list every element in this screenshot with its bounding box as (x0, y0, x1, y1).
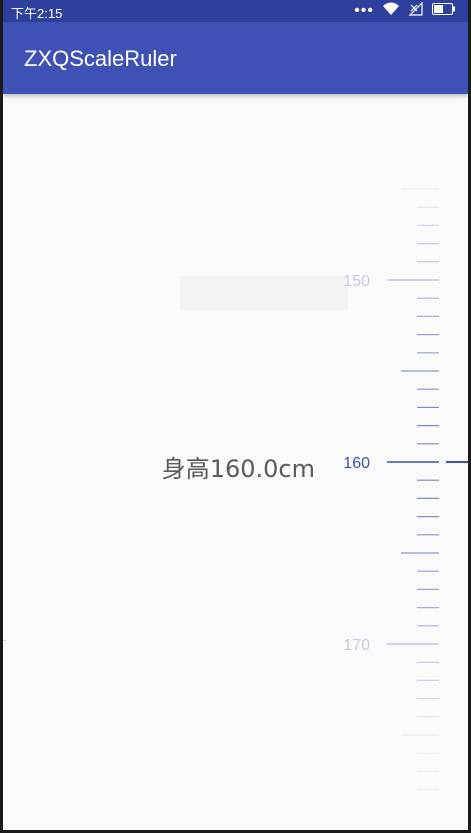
status-bar: 下午2:15 ••• (3, 0, 468, 22)
no-signal-icon (408, 1, 424, 21)
ruler-label-150: 150 (343, 273, 370, 290)
ruler-content: 身高160.0cm 150 160 170 (3, 94, 468, 830)
more-dots-icon: ••• (354, 2, 374, 19)
app-bar: ZXQScaleRuler (3, 22, 468, 94)
edge-mark (3, 640, 6, 641)
app-title: ZXQScaleRuler (24, 46, 177, 71)
battery-icon (432, 2, 456, 20)
status-icons: ••• (354, 1, 456, 21)
ruler-label-170: 170 (343, 637, 370, 654)
scale-ruler[interactable]: 150 160 170 (3, 94, 468, 830)
ruler-indicator (446, 461, 468, 463)
status-time: 下午2:15 (11, 6, 63, 21)
wifi-icon (382, 2, 400, 21)
app-screen: 下午2:15 ••• ZXQScaleRuler 身高160.0cm 150 1… (3, 0, 468, 830)
ruler-label-160: 160 (343, 455, 370, 472)
